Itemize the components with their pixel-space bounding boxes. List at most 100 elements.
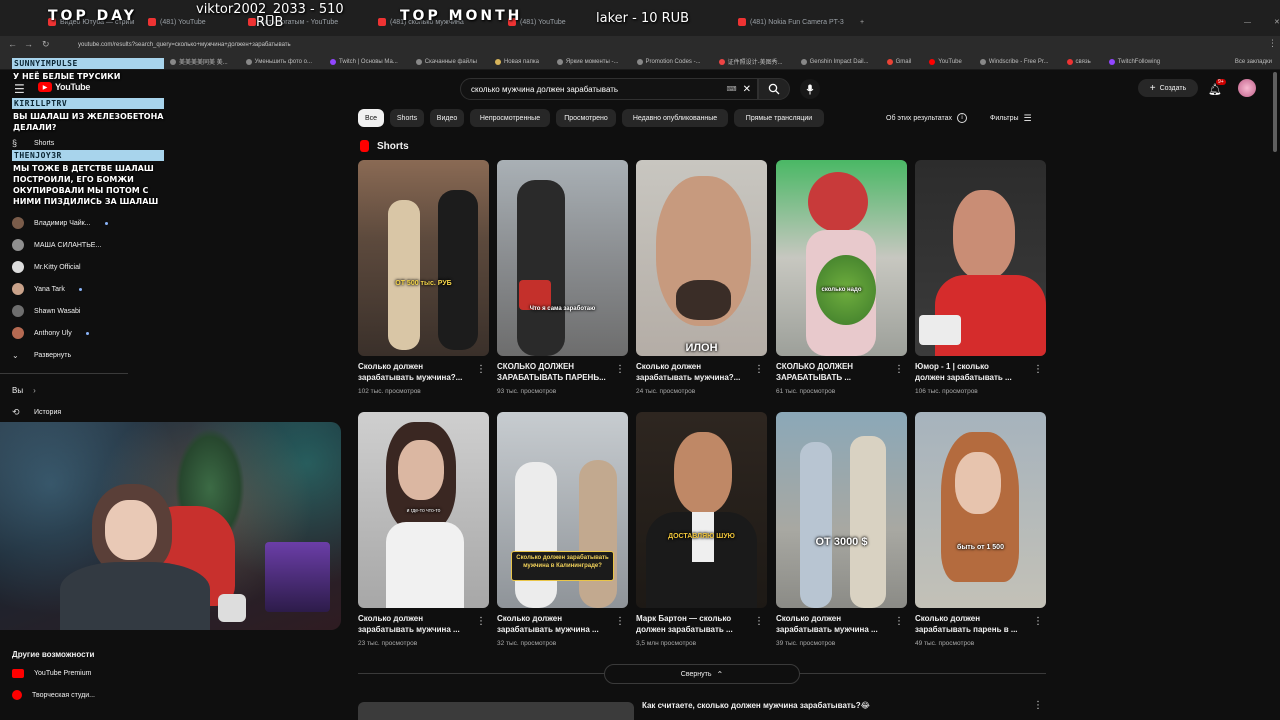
bookmark-item[interactable]: Новая папка	[494, 58, 539, 65]
short-title[interactable]: СКОЛЬКО ДОЛЖЕН ЗАРАБАТЫВАТЬ ...	[776, 361, 888, 383]
bookmark-item[interactable]: Яркие моменты -...	[556, 58, 619, 65]
bookmark-item[interactable]: Уменьшить фото о...	[245, 58, 312, 65]
notification-count-badge: 9+	[1216, 79, 1226, 85]
minimize-icon[interactable]: —	[1236, 12, 1259, 32]
short-title[interactable]: Сколько должен зарабатывать мужчина ...	[358, 613, 470, 635]
hamburger-menu-icon[interactable]: ☰	[14, 82, 25, 96]
sidebar-subscription[interactable]: Yana Tark	[12, 281, 82, 297]
more-options-icon[interactable]: ⋮	[894, 364, 904, 376]
address-bar[interactable]: youtube.com/results?search_query=сколько…	[66, 38, 1086, 52]
back-icon[interactable]: ←	[8, 39, 17, 49]
clear-search-icon[interactable]: ✕	[743, 84, 751, 95]
chip-unwatched[interactable]: Непросмотренные	[470, 109, 550, 127]
close-window-icon[interactable]: ✕	[1266, 12, 1280, 32]
bookmark-item[interactable]: Windscribe - Free Pr...	[979, 58, 1049, 65]
sidebar-section-heading: Другие возможности	[12, 649, 95, 659]
sidebar-item-premium[interactable]: YouTube Premium	[12, 665, 91, 681]
sidebar-subscription[interactable]: Shawn Wasabi	[12, 303, 80, 319]
short-thumbnail[interactable]: сколько надо	[776, 160, 907, 356]
short-thumbnail[interactable]: ИЛОН	[636, 160, 767, 356]
forward-icon[interactable]: →	[24, 39, 33, 49]
chat-message: У НЕЁ БЕЛЫЕ ТРУСИКИ	[13, 72, 121, 81]
bookmark-item[interactable]: Promotion Codes -...	[636, 58, 701, 65]
short-title[interactable]: Сколько должен зарабатывать мужчина ...	[497, 613, 609, 635]
sidebar-subscription[interactable]: Владимир Чайк...	[12, 215, 108, 231]
bookmark-item[interactable]: YouTube	[929, 58, 962, 65]
sidebar-subscription[interactable]: Anthony Uly	[12, 325, 89, 341]
sidebar-subscription[interactable]: Mr.Kitty Official	[12, 259, 81, 275]
short-thumbnail[interactable]: ОТ 3000 $	[776, 412, 907, 608]
create-button[interactable]: + Создать	[1138, 79, 1198, 97]
sidebar-item-history[interactable]: ⟲ История	[12, 404, 61, 420]
short-title[interactable]: СКОЛЬКО ДОЛЖЕН ЗАРАБАТЫВАТЬ ПАРЕНЬ...	[497, 361, 609, 383]
short-title[interactable]: Юмор - 1 | сколько должен зарабатывать ..…	[915, 361, 1027, 383]
voice-search-button[interactable]	[800, 79, 820, 99]
bookmark-item[interactable]: Genshin Impact Dail...	[800, 58, 869, 65]
more-options-icon[interactable]: ⋮	[476, 364, 486, 376]
short-thumbnail[interactable]	[915, 160, 1046, 356]
more-options-icon[interactable]: ⋮	[1033, 700, 1043, 712]
short-caption: ДОСТАВЛЯЮ ШУЮ	[668, 533, 735, 540]
short-thumbnail[interactable]: Что я сама заработаю	[497, 160, 628, 356]
sidebar-item-studio[interactable]: Творческая студи...	[12, 687, 95, 703]
chip-all[interactable]: Все	[358, 109, 384, 127]
collapse-button[interactable]: Свернуть ⌃	[604, 664, 800, 684]
browser-menu-icon[interactable]: ⋮	[1268, 38, 1277, 49]
chip-shorts[interactable]: Shorts	[390, 109, 424, 127]
more-options-icon[interactable]: ⋮	[476, 616, 486, 628]
scrollbar-thumb[interactable]	[1273, 72, 1277, 152]
avatar[interactable]	[1238, 79, 1256, 97]
bookmark-item[interactable]: 证件照设计-美图秀...	[718, 57, 783, 66]
short-title[interactable]: Сколько должен зарабатывать мужчина?...	[636, 361, 748, 383]
chip-recently-uploaded[interactable]: Недавно опубликованные	[622, 109, 728, 127]
short-thumbnail[interactable]: ДОСТАВЛЯЮ ШУЮ	[636, 412, 767, 608]
shorts-section-heading: Shorts	[360, 140, 409, 152]
top-day-label: TOP DAY	[48, 8, 137, 24]
short-title[interactable]: Сколько должен зарабатывать парень в ...	[915, 613, 1027, 635]
chip-live[interactable]: Прямые трансляции	[734, 109, 824, 127]
more-options-icon[interactable]: ⋮	[754, 616, 764, 628]
plus-icon: +	[1149, 82, 1156, 94]
person-figure	[850, 436, 886, 608]
more-options-icon[interactable]: ⋮	[894, 616, 904, 628]
sidebar-expand[interactable]: ⌄ Развернуть	[12, 347, 71, 363]
short-thumbnail[interactable]: быть от 1 500	[915, 412, 1046, 608]
chip-watched[interactable]: Просмотрено	[556, 109, 616, 127]
sidebar-item-shorts[interactable]: § Shorts	[12, 135, 54, 151]
bookmark-item[interactable]: TwitchFollowing	[1108, 58, 1160, 65]
more-options-icon[interactable]: ⋮	[615, 364, 625, 376]
bookmark-item[interactable]: связь	[1066, 58, 1091, 65]
new-tab-icon[interactable]: +	[852, 12, 872, 32]
video-title[interactable]: Как считаете, сколько должен мужчина зар…	[642, 701, 870, 710]
youtube-logo[interactable]: ▶ YouTube	[38, 82, 90, 92]
chat-username: SUNNYIMPULSE	[12, 58, 164, 69]
short-thumbnail[interactable]: Сколько должен зарабатывать мужчина в Ка…	[497, 412, 628, 608]
bookmark-item[interactable]: 美美美美同美 美...	[170, 57, 228, 66]
more-options-icon[interactable]: ⋮	[754, 364, 764, 376]
browser-tab[interactable]: (481) Nokia Fun Camera PT-3	[730, 12, 852, 32]
bookmark-item[interactable]: Скачанные файлы	[415, 58, 477, 65]
filters-button[interactable]: Фильтры ☰	[990, 113, 1032, 124]
chip-videos[interactable]: Видео	[430, 109, 464, 127]
about-results-link[interactable]: Об этих результатах i	[886, 113, 968, 123]
mug	[919, 315, 961, 345]
short-title[interactable]: Сколько должен зарабатывать мужчина ...	[776, 613, 888, 635]
more-options-icon[interactable]: ⋮	[1033, 616, 1043, 628]
short-title[interactable]: Сколько должен зарабатывать мужчина?...	[358, 361, 470, 383]
search-input[interactable]: сколько мужчина должен зарабатывать ⌨ ✕	[460, 78, 758, 100]
notifications-button[interactable]: 🔔︎ 9+	[1208, 79, 1226, 96]
more-options-icon[interactable]: ⋮	[615, 616, 625, 628]
sidebar-you[interactable]: Вы ›	[12, 382, 36, 398]
sidebar-subscription[interactable]: МАША СИЛАНТЬЕ...	[12, 237, 101, 253]
video-thumbnail[interactable]	[358, 702, 634, 720]
keyboard-icon[interactable]: ⌨	[727, 85, 737, 93]
more-options-icon[interactable]: ⋮	[1033, 364, 1043, 376]
all-bookmarks[interactable]: Все закладки	[1235, 59, 1272, 65]
short-title[interactable]: Марк Бартон — сколько должен зарабатывать…	[636, 613, 748, 635]
bookmark-item[interactable]: Twitch | Основы Ма...	[330, 58, 398, 65]
short-thumbnail[interactable]: и где-то что-то	[358, 412, 489, 608]
search-button[interactable]	[758, 78, 790, 100]
short-thumbnail[interactable]: ОТ 500 тыс. РУБ	[358, 160, 489, 356]
reload-icon[interactable]: ↻	[42, 39, 50, 50]
bookmark-item[interactable]: Gmail	[886, 58, 911, 65]
